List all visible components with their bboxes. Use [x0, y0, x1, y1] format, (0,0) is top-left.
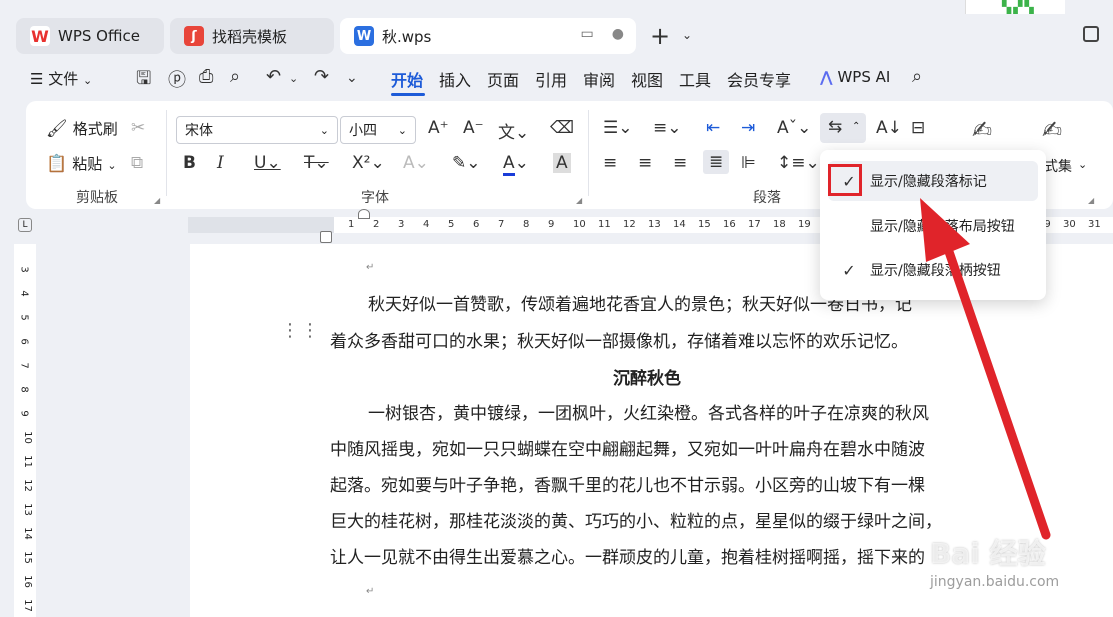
annotation-arrow: [920, 198, 1051, 540]
watermark-url: jingyan.baidu.com: [930, 574, 1060, 590]
watermark-logo: Bai 经验: [930, 537, 1046, 570]
